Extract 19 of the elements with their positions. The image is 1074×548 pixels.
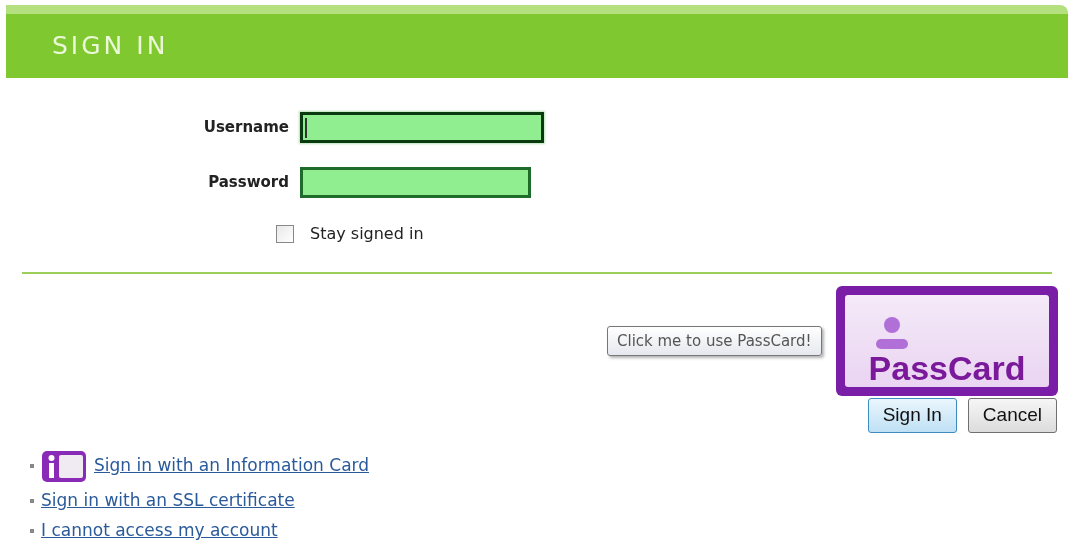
bullet-icon (30, 529, 34, 533)
checkbox[interactable] (276, 225, 294, 243)
text-caret (305, 117, 307, 138)
field-label: Password (207, 172, 290, 194)
input-field[interactable] (300, 167, 531, 198)
link[interactable]: I cannot access my account (41, 518, 278, 544)
cancel-button[interactable]: Cancel (967, 398, 1057, 433)
sign-in-button[interactable]: Sign In (867, 398, 957, 433)
link[interactable]: Sign in with an Information Card (94, 453, 370, 479)
bullet-icon (30, 464, 34, 468)
field-label: Username (202, 117, 290, 139)
tooltip: Click me to use PassCard! (607, 326, 822, 356)
bullet-icon (30, 499, 34, 503)
input-field[interactable] (300, 112, 544, 143)
checkbox-label: Stay signed in (310, 223, 424, 245)
information-card-icon (41, 449, 87, 483)
passcard-button[interactable]: PassCard (836, 286, 1058, 396)
link[interactable]: Sign in with an SSL certificate (41, 488, 295, 514)
page-title: SIGN IN (52, 30, 169, 63)
